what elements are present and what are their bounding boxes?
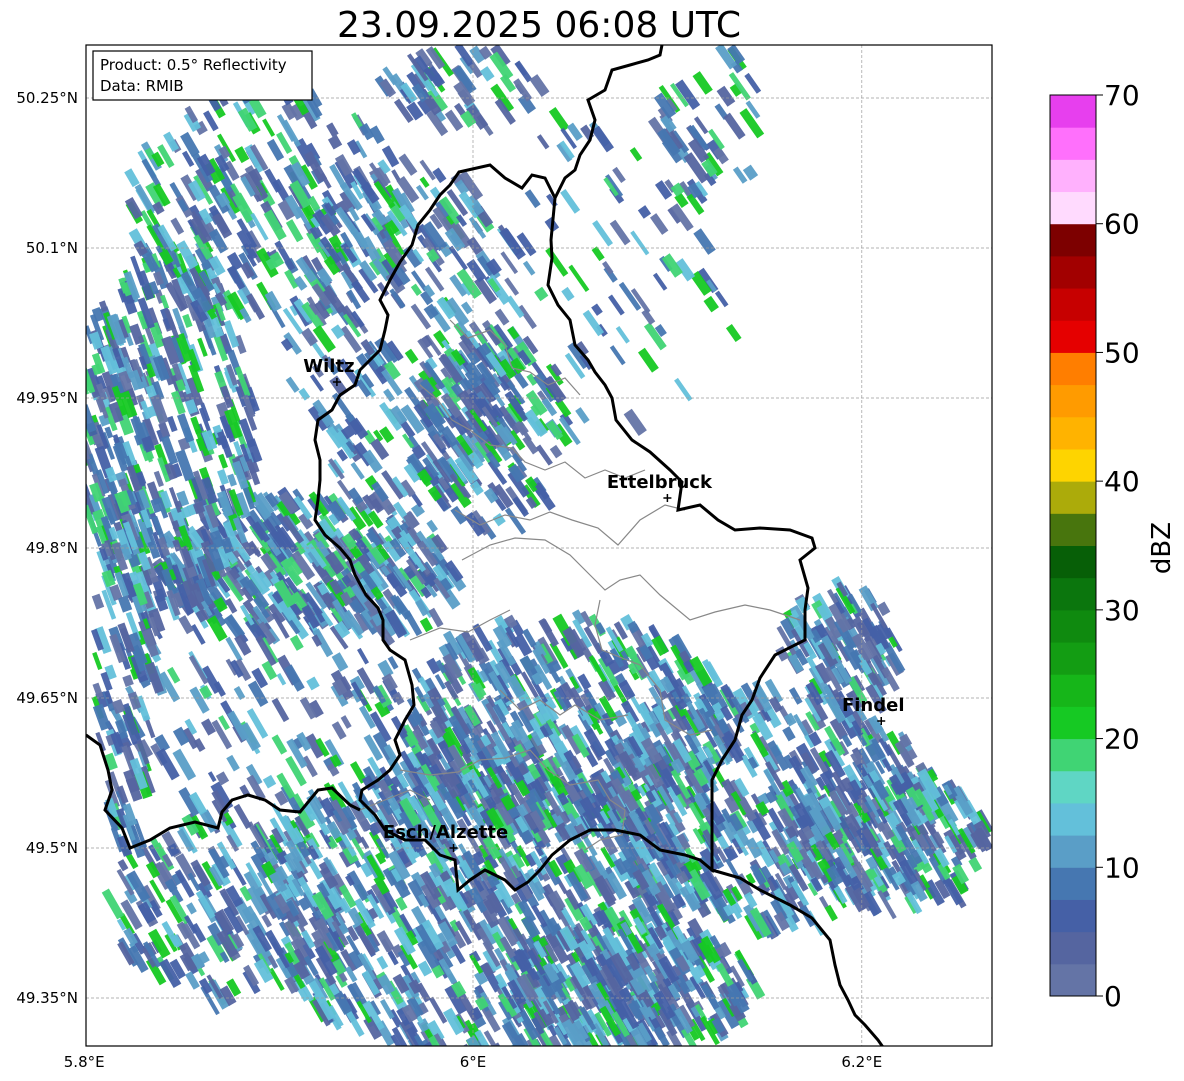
colorbar-segment (1050, 867, 1096, 900)
colorbar: 0 10 20 30 40 50 60 70 dBZ (1049, 79, 1177, 1013)
colorbar-tick-label: 10 (1104, 851, 1140, 884)
colorbar-segment (1050, 191, 1096, 225)
colorbar-segment (1050, 127, 1096, 160)
colorbar-segment (1050, 835, 1096, 868)
colorbar-tick-label: 20 (1104, 723, 1140, 756)
colorbar-segment (1050, 738, 1096, 772)
colorbar-segment (1050, 963, 1096, 997)
colorbar-segment (1050, 159, 1096, 193)
colorbar-segment (1050, 545, 1096, 579)
colorbar-tick-label: 30 (1104, 594, 1140, 627)
colorbar-segment (1050, 770, 1096, 804)
colorbar-tick-label: 60 (1104, 208, 1140, 241)
colorbar-segment (1050, 448, 1096, 482)
colorbar-segment (1050, 288, 1096, 321)
colorbar-segment (1050, 899, 1096, 933)
colorbar-segment (1050, 352, 1096, 386)
colorbar-tick-label: 50 (1104, 336, 1140, 369)
colorbar-segment (1050, 642, 1096, 675)
colorbar-segment (1050, 384, 1096, 418)
colorbar-tick-label: 70 (1104, 79, 1140, 112)
colorbar-tick-label: 40 (1104, 465, 1140, 498)
colorbar-segment (1050, 320, 1096, 353)
colorbar-label: dBZ (1147, 522, 1177, 574)
colorbar-segment (1050, 481, 1096, 514)
colorbar-segment (1050, 223, 1096, 257)
colorbar-segment (1050, 609, 1096, 643)
colorbar-tick-label: 0 (1104, 980, 1122, 1013)
colorbar-segment (1050, 577, 1096, 611)
colorbar-segment (1050, 95, 1096, 128)
colorbar-segment (1050, 802, 1096, 836)
colorbar-segment (1050, 416, 1096, 450)
colorbar-segment (1050, 706, 1096, 740)
colorbar-segments (1050, 95, 1096, 997)
colorbar-segment (1050, 931, 1096, 965)
colorbar-segment (1050, 513, 1096, 546)
colorbar-segment (1050, 674, 1096, 707)
colorbar-segment (1050, 255, 1096, 289)
colorbar-ticks: 0 10 20 30 40 50 60 70 (1096, 79, 1140, 1013)
